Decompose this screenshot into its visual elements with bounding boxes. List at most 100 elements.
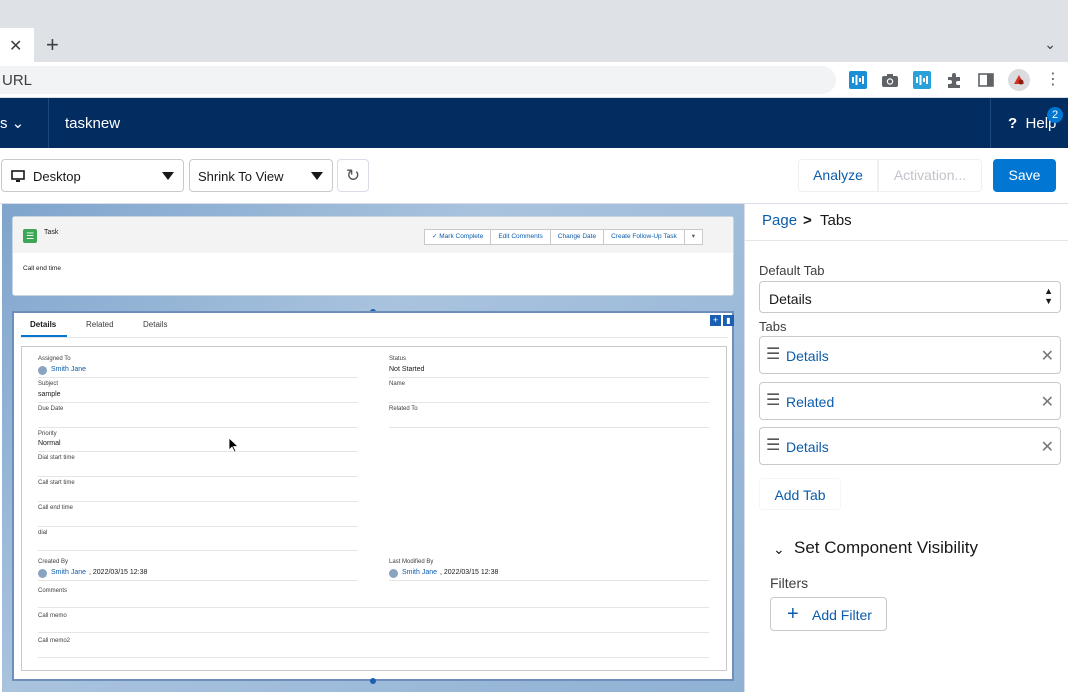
field-label: Due Date bbox=[38, 406, 64, 412]
record-detail-panel[interactable]: Assigned To Smith Jane Subject sample Du… bbox=[21, 346, 727, 671]
mouse-cursor-icon bbox=[228, 437, 239, 453]
field-divider bbox=[38, 451, 358, 452]
remove-tab-icon[interactable]: ✕ bbox=[1041, 437, 1054, 457]
view-select-value: Shrink To View bbox=[198, 169, 284, 184]
edit-comments-button[interactable]: Edit Comments bbox=[490, 229, 551, 245]
modified-by-date: , 2022/03/15 12:38 bbox=[440, 569, 499, 576]
kebab-menu-icon[interactable]: ⋮ bbox=[1045, 69, 1061, 89]
field-divider bbox=[38, 607, 709, 608]
default-tab-value: Details bbox=[769, 291, 812, 307]
created-by-date: , 2022/03/15 12:38 bbox=[89, 569, 148, 576]
modified-by-link[interactable]: Smith Jane bbox=[402, 569, 437, 576]
tab-details-2[interactable]: Details bbox=[143, 320, 167, 329]
browser-tab-strip: ✕ + ⌄ bbox=[0, 0, 1068, 62]
field-label: Comments bbox=[38, 588, 68, 594]
record-header-component[interactable]: ☰ Task ✓ Mark Complete Edit Comments Cha… bbox=[12, 216, 734, 296]
address-bar[interactable]: URL bbox=[0, 66, 836, 94]
breadcrumb-separator: > bbox=[803, 212, 812, 229]
app-switcher[interactable]: s ⌄ bbox=[0, 114, 24, 132]
audio-ext-icon[interactable] bbox=[849, 71, 867, 89]
profile-avatar[interactable] bbox=[1008, 69, 1030, 91]
device-select-value: Desktop bbox=[33, 169, 81, 184]
field-value: Not Started bbox=[389, 366, 425, 373]
tab-row[interactable]: ☰ Details ✕ bbox=[759, 336, 1061, 374]
add-filter-button[interactable]: + Add Filter bbox=[770, 597, 887, 631]
breadcrumb-page[interactable]: Page bbox=[762, 212, 797, 229]
change-date-button[interactable]: Change Date bbox=[549, 229, 605, 245]
camera-icon[interactable] bbox=[881, 71, 899, 89]
help-count-badge: 2 bbox=[1047, 107, 1063, 123]
activation-button[interactable]: Activation... bbox=[878, 159, 982, 192]
audio-ext-icon[interactable] bbox=[913, 71, 931, 89]
tab-search-chevron-icon[interactable]: ⌄ bbox=[1044, 36, 1056, 53]
task-icon: ☰ bbox=[23, 229, 37, 243]
address-bar-placeholder: URL bbox=[2, 72, 33, 89]
field-divider bbox=[389, 580, 709, 581]
refresh-icon: ↻ bbox=[345, 166, 361, 185]
user-avatar-icon bbox=[38, 569, 47, 578]
drag-handle-icon[interactable]: ☰ bbox=[766, 347, 780, 363]
default-tab-select[interactable]: Details ▲ ▼ bbox=[759, 281, 1061, 313]
field-divider bbox=[38, 550, 358, 551]
field-label: Status bbox=[389, 356, 407, 362]
resize-handle-bottom[interactable] bbox=[370, 678, 376, 684]
action-bar: ✓ Mark Complete Edit Comments Change Dat… bbox=[424, 229, 703, 245]
field-divider bbox=[389, 377, 709, 378]
visibility-section-title[interactable]: Set Component Visibility bbox=[794, 538, 978, 558]
new-tab-icon[interactable]: + bbox=[46, 32, 59, 58]
field-divider bbox=[389, 402, 709, 403]
tab-name-link[interactable]: Related bbox=[786, 394, 834, 410]
refresh-button[interactable]: ↻ bbox=[337, 159, 369, 192]
assigned-to-link[interactable]: Smith Jane bbox=[51, 366, 86, 373]
mark-complete-label: Mark Complete bbox=[439, 233, 484, 240]
field-divider bbox=[38, 632, 709, 633]
tab-row[interactable]: ☰ Related ✕ bbox=[759, 382, 1061, 420]
breadcrumb-current: Tabs bbox=[820, 212, 852, 229]
tabs-component[interactable]: + ▮ Details Related Details Assigned To … bbox=[12, 311, 734, 681]
panel-divider bbox=[745, 240, 1068, 241]
field-divider bbox=[38, 657, 709, 658]
drag-handle-icon[interactable]: ☰ bbox=[766, 393, 780, 409]
create-follow-up-task-button[interactable]: Create Follow-Up Task bbox=[603, 229, 685, 245]
add-tab-button[interactable]: Add Tab bbox=[759, 478, 841, 510]
sidepanel-icon[interactable] bbox=[977, 71, 995, 89]
collapse-chevron-icon[interactable]: ⌄ bbox=[773, 541, 785, 558]
device-select[interactable]: Desktop bbox=[1, 159, 184, 192]
field-value: Normal bbox=[38, 440, 61, 447]
tab-details[interactable]: Details bbox=[30, 320, 56, 329]
delete-icon[interactable]: ▮ bbox=[723, 315, 734, 326]
field-label: Call memo2 bbox=[38, 638, 71, 644]
mark-complete-button[interactable]: ✓ Mark Complete bbox=[424, 229, 492, 245]
drag-handle-icon[interactable]: ☰ bbox=[766, 438, 780, 454]
move-icon[interactable]: + bbox=[710, 315, 721, 326]
app-header: s ⌄ tasknew ? Help bbox=[0, 98, 1068, 148]
browser-tab[interactable]: ✕ bbox=[0, 28, 34, 62]
tab-close-icon[interactable]: ✕ bbox=[9, 36, 22, 56]
header-divider bbox=[48, 98, 49, 148]
page-canvas: ☰ Task ✓ Mark Complete Edit Comments Cha… bbox=[2, 204, 744, 692]
remove-tab-icon[interactable]: ✕ bbox=[1041, 392, 1054, 412]
field-label: Call memo bbox=[38, 613, 67, 619]
user-avatar-icon bbox=[38, 366, 47, 375]
field-label: Name bbox=[389, 381, 406, 387]
field-label: Assigned To bbox=[38, 356, 71, 362]
tab-name-link[interactable]: Details bbox=[786, 348, 829, 364]
caret-down-icon bbox=[162, 172, 174, 180]
field-divider bbox=[38, 377, 358, 378]
browser-toolbar: URL ⋮ bbox=[0, 62, 1068, 98]
puzzle-icon[interactable] bbox=[945, 71, 963, 89]
analyze-button[interactable]: Analyze bbox=[798, 159, 878, 192]
tab-name-link[interactable]: Details bbox=[786, 439, 829, 455]
tab-row[interactable]: ☰ Details ✕ bbox=[759, 427, 1061, 465]
action-overflow-caret-icon[interactable]: ▾ bbox=[683, 229, 703, 245]
created-by-link[interactable]: Smith Jane bbox=[51, 569, 86, 576]
remove-tab-icon[interactable]: ✕ bbox=[1041, 346, 1054, 366]
field-divider bbox=[389, 427, 709, 428]
view-select[interactable]: Shrink To View bbox=[189, 159, 333, 192]
chevron-down-icon: ⌄ bbox=[11, 115, 25, 132]
question-icon: ? bbox=[1008, 115, 1018, 132]
save-button[interactable]: Save bbox=[993, 159, 1056, 192]
tab-related[interactable]: Related bbox=[86, 320, 114, 329]
builder-toolbar: Desktop Shrink To View ↻ Analyze Activat… bbox=[0, 148, 1068, 204]
record-title: Task bbox=[44, 229, 59, 236]
